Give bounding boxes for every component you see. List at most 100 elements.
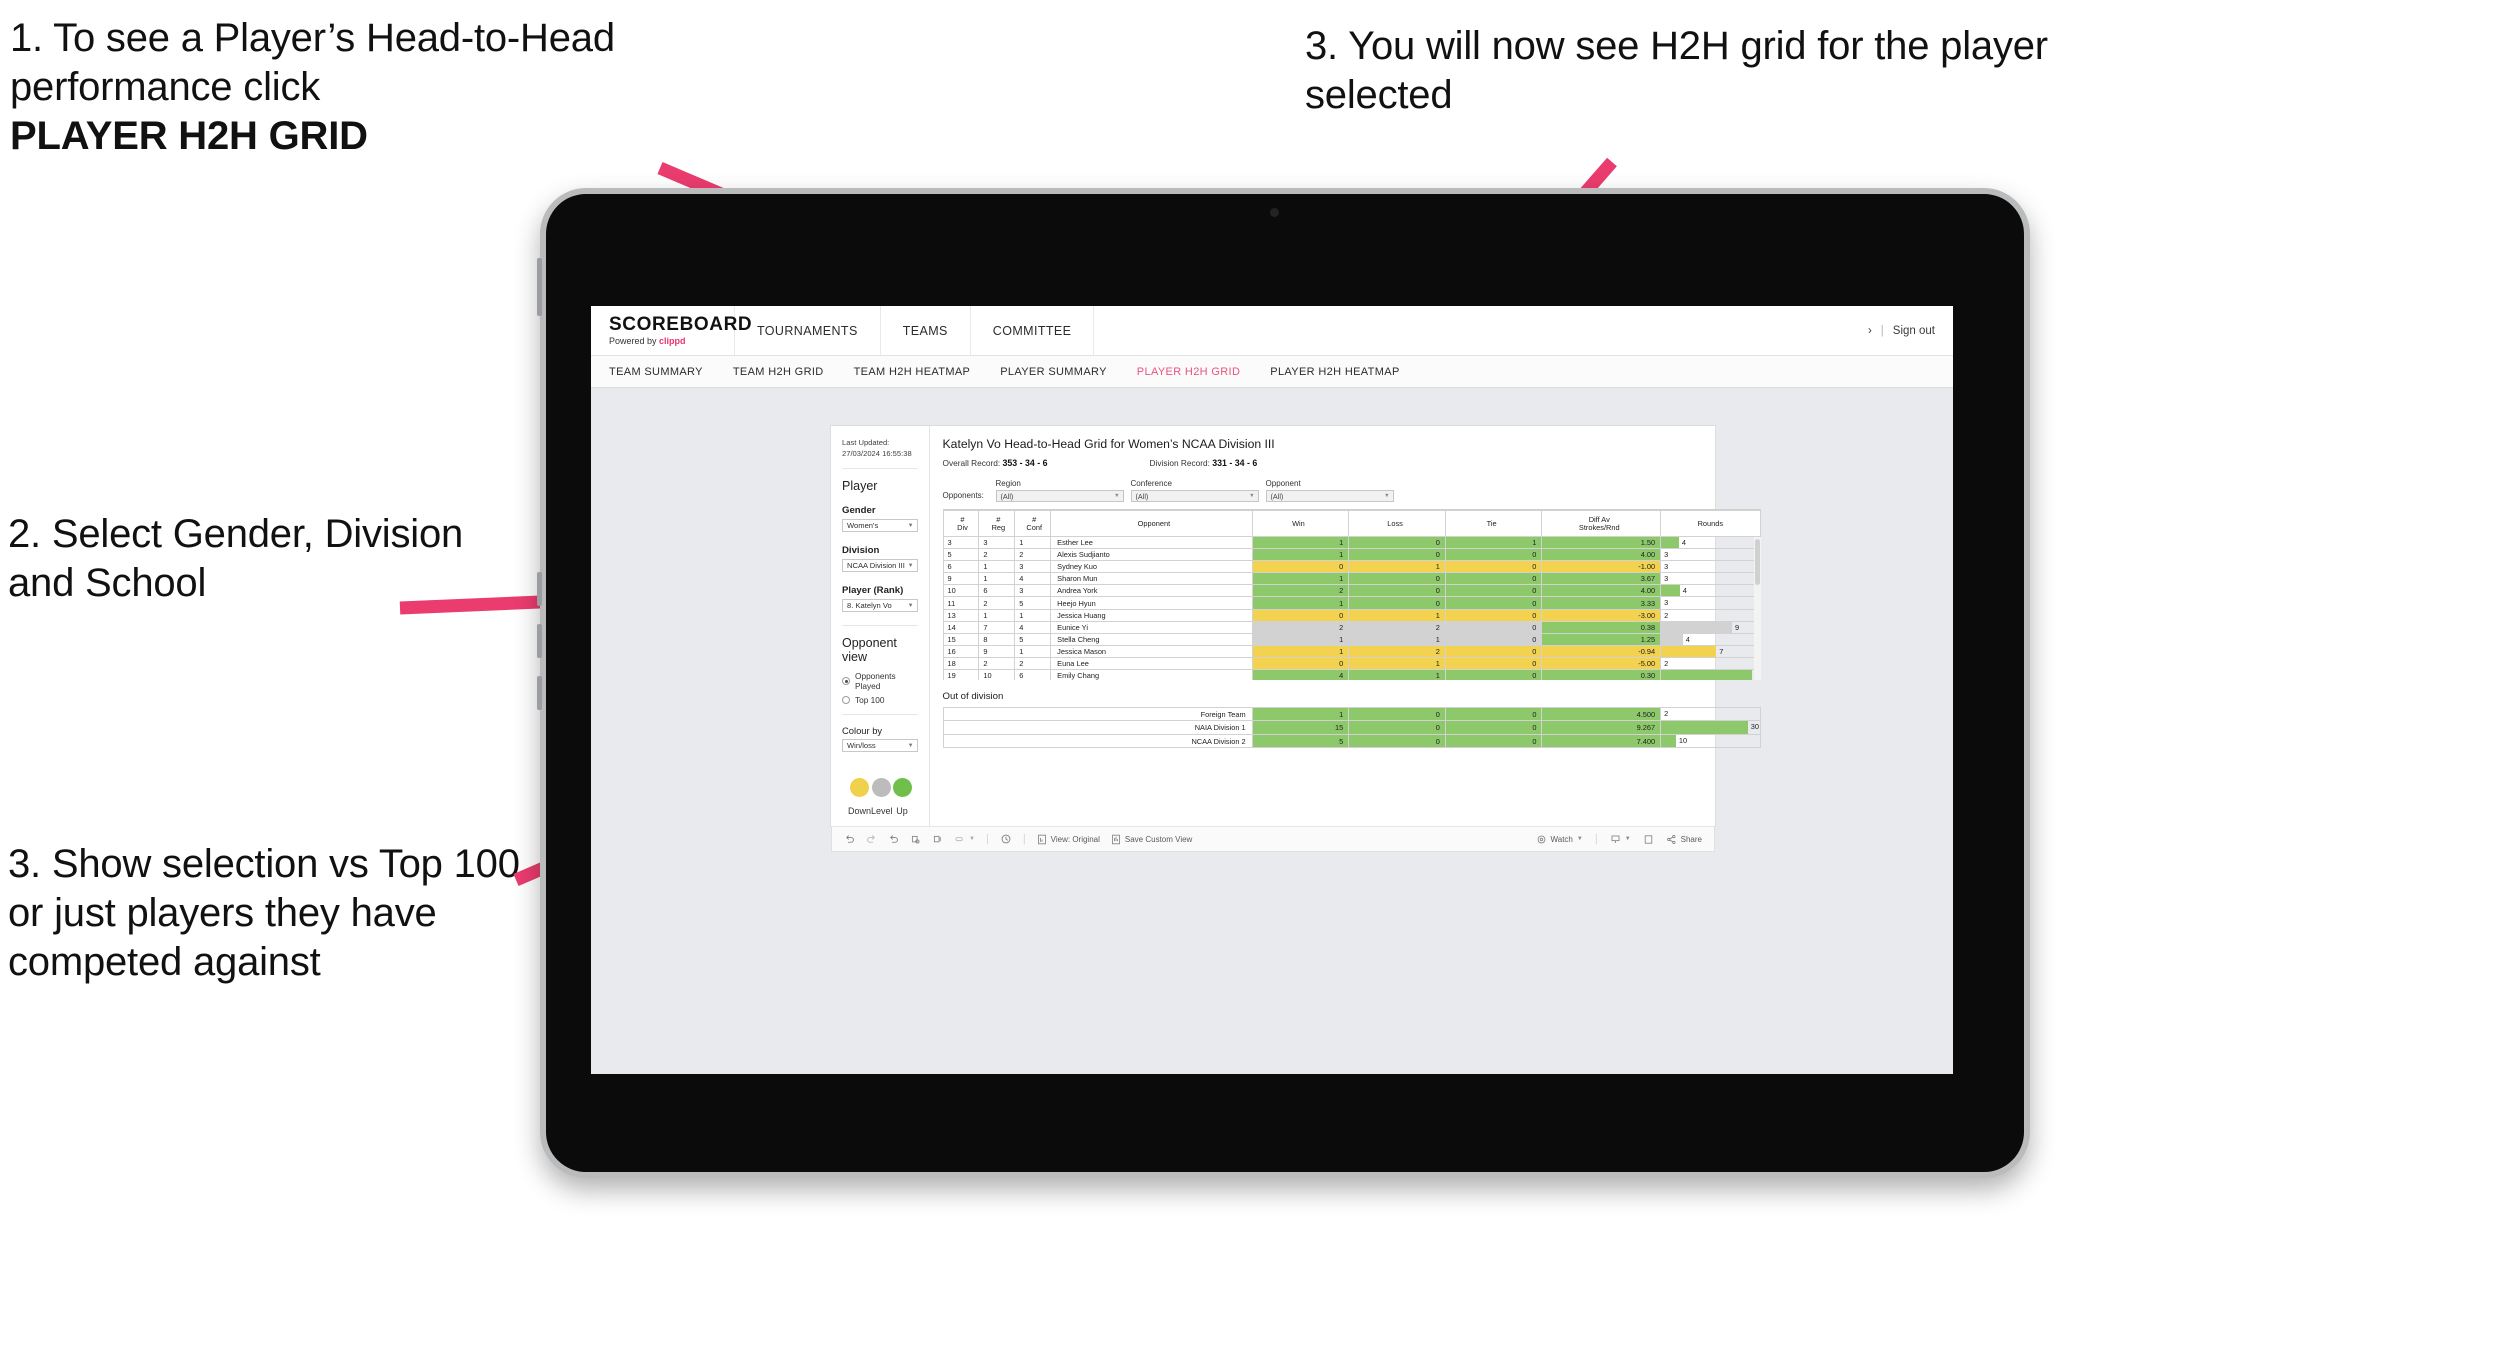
ood-cell-tie: 0	[1444, 706, 1543, 722]
ood-cell-diff: 7.400	[1541, 733, 1662, 749]
table-row[interactable]: 15 8 5 Stella Cheng 1 1 0 1.25 4	[942, 632, 1761, 646]
col-tie[interactable]: Tie	[1444, 510, 1543, 537]
col-win[interactable]: Win	[1251, 510, 1350, 537]
pause-auto-update-button[interactable]	[1000, 833, 1012, 845]
download-button[interactable]: ▼	[1610, 834, 1631, 845]
top-nav-item-committee[interactable]: COMMITTEE	[971, 306, 1095, 355]
table-row[interactable]: 3 3 1 Esther Lee 1 0 1 1.50 4	[942, 535, 1761, 550]
ood-cell-diff: 9.267	[1541, 720, 1662, 735]
colour-by-select[interactable]: Win/loss ▼	[842, 739, 918, 753]
table-row[interactable]: 6 1 3 Sydney Kuo 0 1 0 -1.00 3	[942, 560, 1761, 574]
conference-filter-select[interactable]: (All) ▼	[1130, 490, 1259, 502]
grid-scrollbar-thumb[interactable]	[1754, 539, 1760, 585]
division-select[interactable]: NCAA Division III ▼	[842, 559, 918, 573]
undo-history-dropdown[interactable]: ▼	[954, 834, 975, 845]
table-row[interactable]: 5 2 2 Alexis Sudjianto 1 0 0 4.00 3	[942, 548, 1761, 562]
ood-cell-name: NAIA Division 1	[942, 720, 1253, 735]
table-row[interactable]: 13 1 1 Jessica Huang 0 1 0 -3.00 2	[942, 608, 1761, 622]
tab-team-h2h-grid[interactable]: TEAM H2H GRID	[733, 366, 824, 378]
grid-scrollbar[interactable]	[1753, 537, 1761, 680]
side-button[interactable]	[537, 676, 542, 710]
watch-button[interactable]: Watch ▼	[1536, 834, 1583, 845]
chevron-down-icon: ▼	[1114, 493, 1120, 499]
cell-opponent: Heejo Hyun	[1050, 596, 1253, 610]
out-of-division-row[interactable]: NCAA Division 2 5 0 0 7.400 10	[942, 733, 1761, 749]
radio-opponents-played[interactable]: Opponents Played	[842, 671, 918, 691]
table-row[interactable]: 16 9 1 Jessica Mason 1 2 0 -0.94 7	[942, 644, 1761, 658]
logo-wordmark: SCOREBOARD	[609, 314, 753, 335]
gender-select[interactable]: Women's ▼	[842, 519, 918, 533]
tab-team-summary[interactable]: TEAM SUMMARY	[609, 366, 703, 378]
table-header-row: # Div # Reg # Conf Opponent Win Loss Tie Di…	[942, 510, 1761, 537]
cell-div: 10	[942, 584, 980, 598]
out-of-division-row[interactable]: Foreign Team 1 0 0 4.500 2	[942, 706, 1761, 722]
out-of-division-row[interactable]: NAIA Division 1 15 0 0 9.267 30	[942, 720, 1761, 735]
top-nav-item-teams[interactable]: TEAMS	[881, 306, 971, 355]
fullscreen-button[interactable]	[1643, 834, 1654, 845]
revert-button[interactable]	[888, 834, 899, 845]
col-conf[interactable]: # Conf	[1014, 510, 1052, 537]
col-diff-av-strokes[interactable]: Diff Av Strokes/Rnd	[1541, 510, 1662, 537]
player-rank-select[interactable]: 8. Katelyn Vo ▼	[842, 599, 918, 613]
top-nav-item-tournaments[interactable]: TOURNAMENTS	[735, 306, 881, 355]
table-row[interactable]: 19106Emily Chang4100.3011	[942, 669, 1761, 680]
watch-label: Watch	[1550, 834, 1573, 844]
rounds-value: 9	[1734, 622, 1740, 632]
col-reg[interactable]: # Reg	[978, 510, 1016, 537]
cell-loss: 0	[1348, 572, 1446, 586]
logo-tagline-prefix: Powered by	[609, 336, 660, 346]
ood-cell-rounds: 2	[1660, 706, 1761, 722]
cell-conf: 5	[1014, 596, 1052, 610]
cell-reg: 10	[978, 669, 1016, 680]
account-caret-icon[interactable]: ›	[1868, 325, 1872, 337]
undo-button[interactable]	[844, 834, 855, 845]
view-original-button[interactable]: View: Original	[1037, 834, 1100, 845]
col-opponent[interactable]: Opponent	[1050, 510, 1253, 537]
h2h-grid-header: # Div # Reg # Conf Opponent Win Loss Tie Di…	[942, 510, 1761, 537]
opponent-filter-select[interactable]: (All) ▼	[1265, 490, 1394, 502]
rounds-value: 3	[1664, 598, 1669, 608]
radio-top-100[interactable]: Top 100	[842, 695, 918, 705]
cell-rounds: 9	[1660, 620, 1761, 634]
ood-cell-rounds: 30	[1660, 720, 1761, 735]
refresh-button[interactable]	[910, 834, 921, 845]
power-button[interactable]	[537, 258, 542, 316]
tab-player-h2h-heatmap[interactable]: PLAYER H2H HEATMAP	[1270, 366, 1399, 378]
table-row[interactable]: 11 2 5 Heejo Hyun 1 0 0 3.33 3	[942, 596, 1761, 610]
rounds-value: 30	[1750, 722, 1759, 732]
rounds-bar	[1661, 670, 1752, 680]
table-row[interactable]: 9 1 4 Sharon Mun 1 0 0 3.67 3	[942, 572, 1761, 586]
redo-button[interactable]	[866, 834, 877, 845]
col-div[interactable]: # Div	[942, 510, 980, 537]
pause-updates-button[interactable]	[932, 834, 943, 845]
tab-player-h2h-grid[interactable]: PLAYER H2H GRID	[1137, 366, 1240, 378]
col-header-line-1: Opponent	[1137, 518, 1171, 528]
ood-cell-loss: 0	[1348, 706, 1446, 722]
app-logo[interactable]: SCOREBOARD Powered by clippd	[591, 306, 753, 355]
table-row[interactable]: 10 6 3 Andrea York 2 0 0 4.00 4	[942, 584, 1761, 598]
save-custom-view-button[interactable]: Save Custom View	[1111, 834, 1192, 845]
cell-rounds: 3	[1660, 560, 1761, 574]
ood-cell-name: NCAA Division 2	[942, 733, 1253, 749]
sub-navigation-tabs: TEAM SUMMARY TEAM H2H GRID TEAM H2H HEAT…	[591, 356, 1953, 388]
region-filter-select[interactable]: (All) ▼	[995, 490, 1124, 502]
ood-cell-name: Foreign Team	[942, 706, 1253, 722]
share-button[interactable]: Share	[1666, 834, 1702, 845]
col-loss[interactable]: Loss	[1348, 510, 1446, 537]
sign-out-link[interactable]: Sign out	[1893, 325, 1935, 337]
col-header-line-2: Strokes/Rnd	[1578, 522, 1620, 532]
col-rounds[interactable]: Rounds	[1660, 510, 1761, 537]
cell-win: 1	[1251, 548, 1350, 562]
table-row[interactable]: 18 2 2 Euna Lee 0 1 0 -5.00 2	[942, 656, 1761, 671]
toolbar-right-group: Watch ▼ | ▼ Share	[1536, 833, 1702, 845]
volume-down-button[interactable]	[537, 624, 542, 658]
rounds-value: 10	[1678, 735, 1688, 745]
volume-up-button[interactable]	[537, 572, 542, 606]
chevron-down-icon: ▼	[1624, 836, 1631, 842]
annotation-step-1: 1. To see a Player’s Head-to-Head perfor…	[10, 14, 750, 160]
h2h-grid-scroll-area[interactable]: # Div # Reg # Conf Opponent Win Loss Tie Di…	[942, 509, 1761, 680]
cell-conf: 4	[1014, 572, 1052, 586]
table-row[interactable]: 14 7 4 Eunice Yi 2 2 0 0.38 9	[942, 620, 1761, 634]
tab-team-h2h-heatmap[interactable]: TEAM H2H HEATMAP	[854, 366, 971, 378]
tab-player-summary[interactable]: PLAYER SUMMARY	[1000, 366, 1107, 378]
